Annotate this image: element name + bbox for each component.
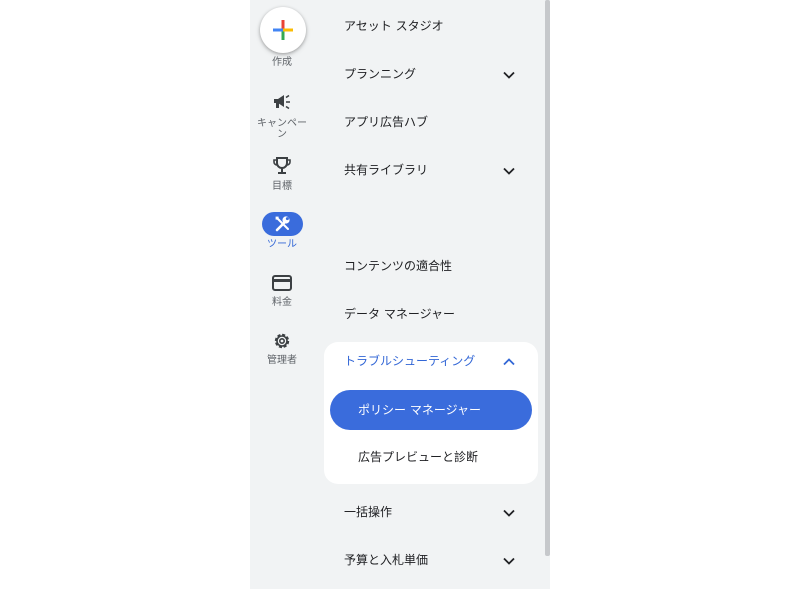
create-label: 作成 [272, 57, 292, 68]
chevron-down-icon[interactable] [502, 164, 516, 178]
create-button[interactable] [260, 7, 306, 53]
menu-item-planning[interactable]: プランニング [344, 67, 416, 81]
scrollbar[interactable] [545, 0, 550, 556]
goals-label: 目標 [272, 181, 292, 192]
tools-label: ツール [267, 239, 297, 250]
wrench-icon [275, 216, 290, 232]
admin-label: 管理者 [267, 355, 297, 366]
tools-active-indicator [262, 212, 303, 236]
campaigns-label-line2: ン [277, 129, 287, 140]
menu-item-content-suitability[interactable]: コンテンツの適合性 [344, 259, 452, 273]
credit-card-icon [272, 275, 292, 291]
menu-item-troubleshooting[interactable]: トラブルシューティング [344, 354, 475, 368]
menu-item-asset-studio[interactable]: アセット スタジオ [344, 19, 444, 33]
chevron-up-icon[interactable] [502, 355, 516, 369]
chevron-down-icon[interactable] [502, 68, 516, 82]
chevron-down-icon[interactable] [502, 506, 516, 520]
menu-item-shared-library[interactable]: 共有ライブラリ [344, 163, 428, 177]
chevron-down-icon[interactable] [502, 554, 516, 568]
menu-item-ad-preview[interactable]: 広告プレビューと診断 [358, 450, 478, 464]
gear-icon [274, 333, 290, 349]
policy-manager-label: ポリシー マネージャー [358, 403, 481, 417]
billing-label: 料金 [272, 297, 292, 308]
menu-item-budgets-bidding[interactable]: 予算と入札単価 [344, 553, 428, 567]
trophy-icon [273, 157, 291, 174]
menu-item-bulk-actions[interactable]: 一括操作 [344, 505, 392, 519]
menu-item-app-ads-hub[interactable]: アプリ広告ハブ [344, 115, 428, 129]
left-rail: 作成 キャンペー ン 目標 ツール 料金 管理者 [250, 0, 314, 589]
plus-icon [273, 20, 293, 40]
menu-item-data-manager[interactable]: データ マネージャー [344, 307, 455, 321]
campaigns-label-line1: キャンペー [257, 118, 307, 129]
megaphone-icon [274, 94, 290, 110]
